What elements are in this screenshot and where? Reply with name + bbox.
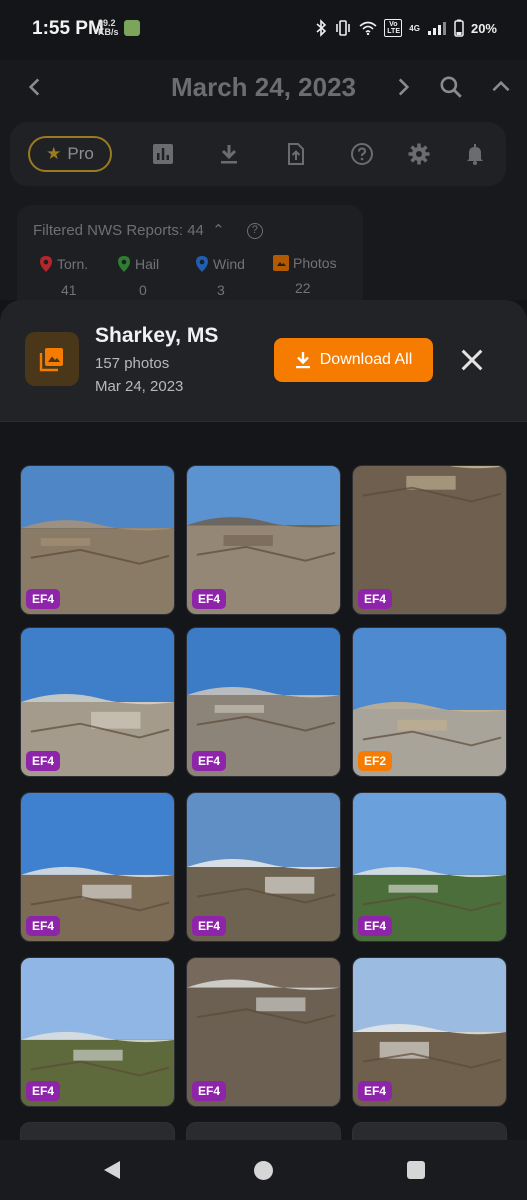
download-icon <box>295 352 310 369</box>
app-notification-icon <box>124 20 140 36</box>
photo-count: 157 photos <box>95 355 170 372</box>
ef-rating-badge: EF4 <box>358 916 393 936</box>
filter-value: 3 <box>217 282 225 298</box>
map-pin-icon <box>118 256 130 272</box>
photo-library-icon <box>25 332 79 386</box>
close-icon[interactable] <box>458 346 486 374</box>
ef-rating-badge: EF4 <box>192 1081 227 1101</box>
photo-tile[interactable]: EF4 <box>186 957 341 1107</box>
battery-level: 20% <box>470 20 497 36</box>
photo-tile[interactable]: EF4 <box>352 465 507 615</box>
photo-tile[interactable]: EF4 <box>20 792 175 942</box>
location-title: Sharkey, MS <box>95 324 219 347</box>
filter-label: Torn. <box>57 256 89 272</box>
ef-rating-badge: EF4 <box>192 589 227 609</box>
download-all-button[interactable]: Download All <box>274 338 433 382</box>
filter-label: Wind <box>213 256 245 272</box>
chevron-up-icon[interactable]: ⌃ <box>212 222 225 239</box>
photo-tile[interactable]: EF2 <box>352 627 507 777</box>
pro-button[interactable]: ★ Pro <box>28 136 112 172</box>
ef-rating-badge: EF4 <box>26 589 61 609</box>
nav-home-icon[interactable] <box>254 1161 273 1180</box>
filter-label: Photos <box>293 255 337 271</box>
network-speed: 39.2 KB/s <box>98 19 119 37</box>
volte-icon: Vo LTE <box>384 19 403 37</box>
search-icon[interactable] <box>438 74 464 100</box>
bar-chart-icon[interactable] <box>151 142 175 166</box>
ef-rating-badge: EF4 <box>26 916 61 936</box>
network-speed-unit: KB/s <box>98 27 119 37</box>
filter-col-tornado[interactable]: Torn. 41 <box>39 255 117 298</box>
photo-tile[interactable]: EF4 <box>352 957 507 1107</box>
battery-icon <box>454 19 464 37</box>
star-icon: ★ <box>46 144 62 163</box>
ef-rating-badge: EF4 <box>192 916 227 936</box>
nav-recent-icon[interactable] <box>407 1161 425 1179</box>
ef-rating-badge: EF2 <box>358 751 393 771</box>
settings-icon[interactable] <box>407 142 431 166</box>
map-pin-icon <box>40 256 52 272</box>
nav-back-icon[interactable] <box>102 1160 122 1180</box>
chevron-right-icon[interactable] <box>390 74 416 100</box>
filter-value: 0 <box>139 282 147 298</box>
photo-tile[interactable]: EF4 <box>352 792 507 942</box>
map-pin-icon <box>196 256 208 272</box>
filter-col-hail[interactable]: Hail 0 <box>117 255 195 298</box>
filter-value: 41 <box>61 282 77 298</box>
help-icon[interactable]: ? <box>246 223 263 240</box>
ef-rating-badge: EF4 <box>26 1081 61 1101</box>
ef-rating-badge: EF4 <box>358 589 393 609</box>
chevron-up-icon[interactable] <box>488 74 514 100</box>
ef-rating-badge: EF4 <box>26 751 61 771</box>
chevron-left-icon[interactable] <box>22 74 48 100</box>
ef-rating-badge: EF4 <box>358 1081 393 1101</box>
filter-col-photos[interactable]: Photos 22 <box>273 255 351 298</box>
filter-title: Filtered NWS Reports: 44 ⌃ ? <box>33 221 263 240</box>
bell-icon[interactable] <box>463 142 487 166</box>
upload-icon[interactable] <box>284 142 308 166</box>
photo-library-icon <box>273 255 289 271</box>
toolbar: ★ Pro <box>10 122 506 186</box>
sheet-header: Sharkey, MS 157 photos Mar 24, 2023 Down… <box>0 300 527 422</box>
photo-tile[interactable]: EF4 <box>186 627 341 777</box>
status-time: 1:55 PM <box>32 18 104 39</box>
photo-tile[interactable]: EF4 <box>20 465 175 615</box>
filter-columns: Torn. 41 Hail 0 Wind 3 Photos 22 <box>39 255 351 298</box>
status-icons: Vo LTE 4G 20% <box>315 19 497 37</box>
photos-sheet: Sharkey, MS 157 photos Mar 24, 2023 Down… <box>0 300 527 1200</box>
pro-label: Pro <box>67 144 94 163</box>
photo-tile[interactable]: EF4 <box>186 792 341 942</box>
help-icon[interactable] <box>350 142 374 166</box>
filter-col-wind[interactable]: Wind 3 <box>195 255 273 298</box>
report-date: Mar 24, 2023 <box>95 378 184 395</box>
filter-label: Hail <box>135 256 160 272</box>
ef-rating-badge: EF4 <box>192 751 227 771</box>
download-icon[interactable] <box>217 142 241 166</box>
signal-icon <box>427 22 446 35</box>
bluetooth-icon <box>316 19 327 37</box>
filter-card[interactable]: Filtered NWS Reports: 44 ⌃ ? Torn. 41 Ha… <box>17 205 363 315</box>
filter-value: 22 <box>295 280 311 296</box>
status-bar: 1:55 PM 39.2 KB/s Vo LTE 4G 20% <box>0 0 527 60</box>
photo-tile[interactable]: EF4 <box>186 465 341 615</box>
download-all-label: Download All <box>319 351 413 368</box>
network-type: 4G <box>409 23 420 33</box>
vibrate-icon <box>336 20 351 36</box>
photo-tile[interactable]: EF4 <box>20 957 175 1107</box>
filter-title-text: Filtered NWS Reports: 44 <box>33 222 204 239</box>
photo-tile[interactable]: EF4 <box>20 627 175 777</box>
wifi-icon <box>359 21 377 35</box>
